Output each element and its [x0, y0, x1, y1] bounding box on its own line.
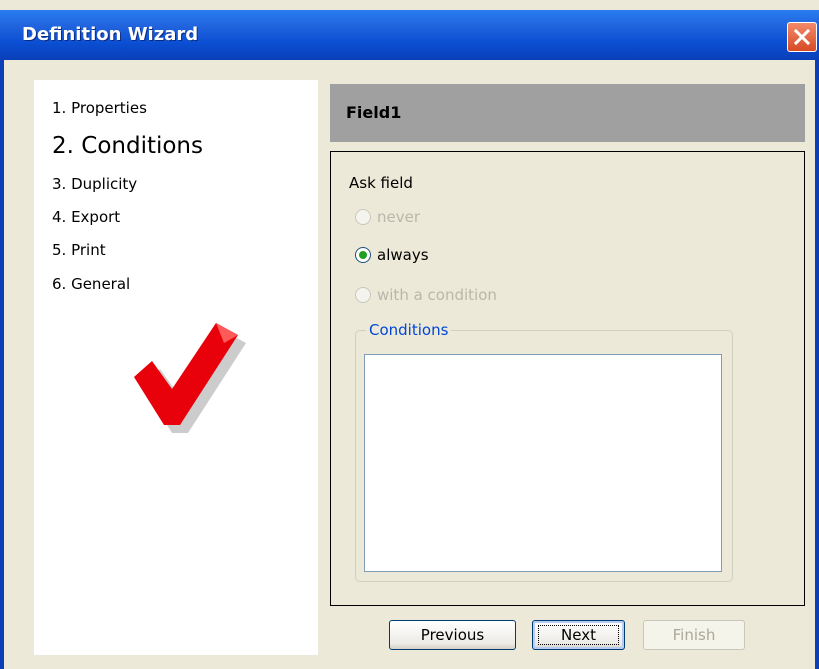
radio-button-never[interactable]	[355, 209, 371, 225]
field-name: Field1	[346, 103, 402, 122]
ask-field-label: Ask field	[349, 174, 413, 192]
window-frame-right	[815, 60, 819, 669]
next-button[interactable]: Next	[532, 620, 625, 650]
definition-wizard-window: Definition Wizard 1. Properties 2. Condi…	[0, 0, 819, 669]
step-properties[interactable]: 1. Properties	[52, 99, 147, 117]
step-export[interactable]: 4. Export	[52, 208, 120, 226]
red-checkmark-icon	[134, 323, 246, 433]
window-frame-left	[0, 60, 4, 669]
window-title: Definition Wizard	[22, 24, 199, 45]
conditions-list[interactable]	[364, 354, 722, 572]
radio-label-always: always	[377, 246, 429, 264]
close-icon	[793, 28, 811, 46]
conditions-group: Conditions	[355, 321, 733, 582]
close-button[interactable]	[787, 22, 817, 52]
previous-button[interactable]: Previous	[389, 620, 516, 650]
radio-label-with-condition: with a condition	[377, 286, 497, 304]
step-print[interactable]: 5. Print	[52, 241, 106, 259]
step-general[interactable]: 6. General	[52, 275, 130, 293]
radio-button-with-condition[interactable]	[355, 287, 371, 303]
steps-panel: 1. Properties 2. Conditions 3. Duplicity…	[34, 80, 318, 655]
field-header-bar: Field1	[330, 84, 805, 142]
step-duplicity[interactable]: 3. Duplicity	[52, 175, 137, 193]
radio-button-always[interactable]	[355, 247, 371, 263]
focus-rectangle	[538, 625, 619, 645]
finish-button[interactable]: Finish	[643, 620, 745, 650]
title-bar[interactable]: Definition Wizard	[0, 10, 819, 60]
conditions-group-label: Conditions	[366, 321, 452, 339]
step-conditions[interactable]: 2. Conditions	[52, 133, 203, 159]
radio-selected-dot	[359, 251, 367, 259]
radio-label-never: never	[377, 208, 421, 226]
conditions-content-panel: Ask field never always with a condition …	[330, 151, 805, 606]
